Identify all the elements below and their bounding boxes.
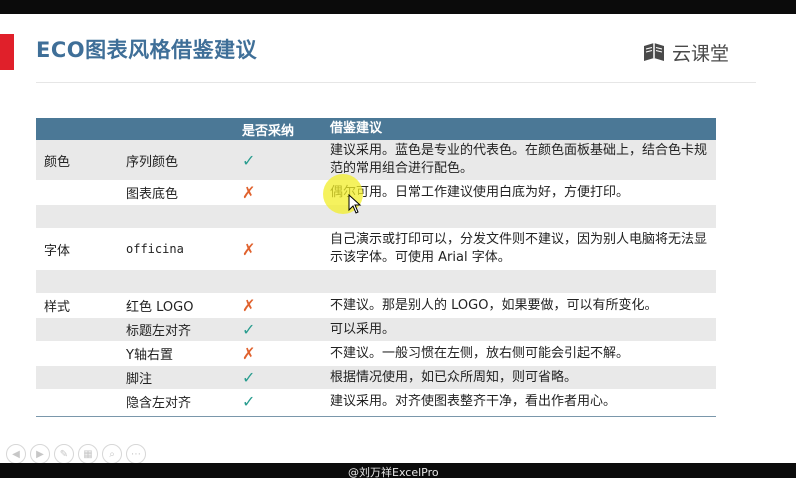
cell-item: 红色 LOGO (126, 300, 194, 315)
presentation-slide: ECO图表风格借鉴建议 云课堂 是否采纳 借鉴建议 颜色 序列颜色 ✓ 建议采用… (0, 14, 796, 463)
book-icon (642, 41, 666, 65)
title-divider (36, 82, 756, 83)
cell-category: 字体 (44, 243, 71, 259)
cell-advice: 可以采用。 (330, 321, 396, 337)
table-row-spacer (36, 270, 716, 294)
header-adopt: 是否采纳 (242, 123, 295, 139)
table-header: 是否采纳 借鉴建议 (36, 118, 716, 140)
check-icon: ✓ (242, 150, 256, 170)
cell-item: 脚注 (126, 372, 153, 387)
brand-logo: 云课堂 (642, 39, 729, 66)
header-advice: 借鉴建议 (330, 121, 383, 136)
cell-advice: 建议采用。对齐使图表整齐干净，看出作者用心。 (330, 393, 617, 409)
slide-title: ECO图表风格借鉴建议 (36, 38, 258, 62)
cross-icon: ✗ (242, 183, 256, 202)
cell-advice: 偶尔可用。日常工作建议使用白底为好，方便打印。 (330, 184, 630, 200)
table-row: 隐含左对齐 ✓ 建议采用。对齐使图表整齐干净，看出作者用心。 (36, 390, 716, 414)
suggestion-table: 是否采纳 借鉴建议 颜色 序列颜色 ✓ 建议采用。蓝色是专业的代表色。在颜色面板… (36, 118, 716, 414)
more-icon[interactable]: ⋯ (126, 444, 146, 463)
table-row: 脚注 ✓ 根据情况使用，如已众所周知，则可省略。 (36, 366, 716, 390)
table-row: 标题左对齐 ✓ 可以采用。 (36, 318, 716, 342)
table-row: 字体 officina ✗ 自己演示或打印可以，分发文件则不建议，因为别人电脑将… (36, 229, 716, 270)
check-icon: ✓ (242, 320, 256, 339)
cell-item: 隐含左对齐 (126, 396, 192, 411)
table-row: 样式 红色 LOGO ✗ 不建议。那是别人的 LOGO，如果要做，可以有所变化。 (36, 294, 716, 318)
check-icon: ✓ (242, 392, 256, 411)
cell-advice: 建议采用。蓝色是专业的代表色。在颜色面板基础上，结合色卡规范的常用组合进行配色。 (330, 143, 708, 176)
cell-item: Y轴右置 (126, 348, 173, 363)
cell-item: officina (126, 242, 184, 256)
cross-icon: ✗ (242, 239, 256, 259)
table-row: 图表底色 ✗ 偶尔可用。日常工作建议使用白底为好，方便打印。 (36, 181, 716, 205)
slideshow-controls: ◀ ▶ ✎ ▦ ⌕ ⋯ (6, 444, 150, 463)
table-row-spacer (36, 205, 716, 229)
title-accent-bar (0, 34, 14, 70)
top-letterbox-bar (0, 0, 796, 14)
prev-icon[interactable]: ◀ (6, 444, 26, 463)
next-icon[interactable]: ▶ (30, 444, 50, 463)
watermark: @刘万祥ExcelPro (348, 466, 439, 478)
table-row: 颜色 序列颜色 ✓ 建议采用。蓝色是专业的代表色。在颜色面板基础上，结合色卡规范… (36, 140, 716, 181)
cell-item: 标题左对齐 (126, 324, 192, 339)
cell-advice: 自己演示或打印可以，分发文件则不建议，因为别人电脑将无法显示该字体。可使用 Ar… (330, 232, 708, 265)
cell-category: 颜色 (44, 154, 71, 170)
cell-advice: 根据情况使用，如已众所周知，则可省略。 (330, 369, 578, 385)
brand-name: 云课堂 (672, 43, 730, 65)
cross-icon: ✗ (242, 296, 256, 315)
cell-item: 序列颜色 (126, 154, 179, 170)
cell-item: 图表底色 (126, 187, 179, 202)
table-row: Y轴右置 ✗ 不建议。一般习惯在左侧，放右侧可能会引起不解。 (36, 342, 716, 366)
cell-category: 样式 (44, 300, 71, 315)
cell-advice: 不建议。一般习惯在左侧，放右侧可能会引起不解。 (330, 345, 630, 361)
table-bottom-border (36, 416, 716, 417)
cell-advice: 不建议。那是别人的 LOGO，如果要做，可以有所变化。 (330, 297, 658, 313)
zoom-icon[interactable]: ⌕ (102, 444, 122, 463)
pen-icon[interactable]: ✎ (54, 444, 74, 463)
cross-icon: ✗ (242, 344, 256, 363)
pages-icon[interactable]: ▦ (78, 444, 98, 463)
check-icon: ✓ (242, 368, 256, 387)
